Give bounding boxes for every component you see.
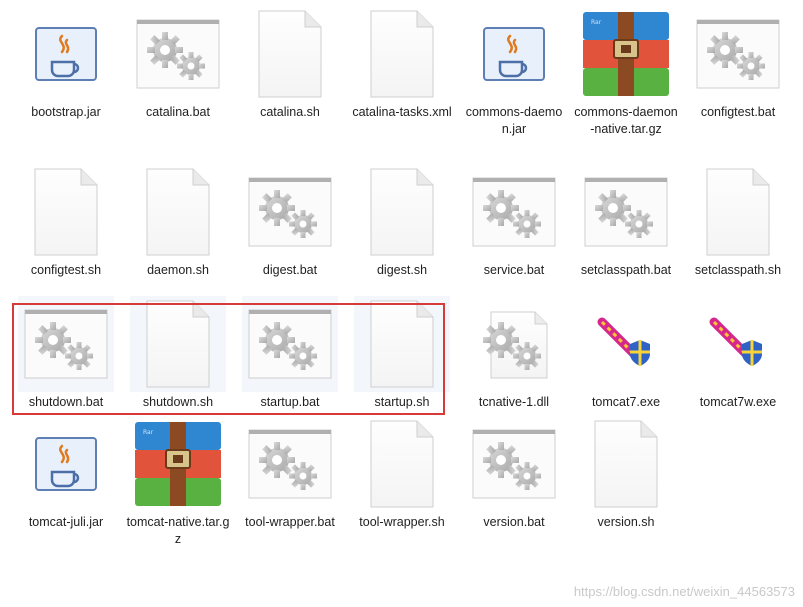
file-item[interactable]: tool-wrapper.sh — [346, 416, 458, 531]
sh-icon — [354, 6, 450, 102]
file-name: tomcat-juli.jar — [28, 515, 104, 529]
file-item[interactable]: tomcat7w.exe — [682, 296, 794, 411]
file-name: tool-wrapper.bat — [245, 515, 335, 529]
sh-icon — [18, 164, 114, 260]
sh-icon — [354, 416, 450, 512]
sh-icon — [690, 164, 786, 260]
file-item[interactable]: service.bat — [458, 164, 570, 279]
bat-icon — [242, 416, 338, 512]
file-item[interactable]: setclasspath.sh — [682, 164, 794, 279]
file-name: commons-daemon.jar — [465, 105, 563, 136]
file-name: setclasspath.bat — [580, 263, 672, 277]
file-item[interactable]: daemon.sh — [122, 164, 234, 279]
file-name: digest.sh — [376, 263, 428, 277]
file-item[interactable]: digest.bat — [234, 164, 346, 279]
file-name: bootstrap.jar — [31, 105, 101, 119]
file-item[interactable]: commons-daemon.jar — [458, 6, 570, 138]
file-item[interactable]: catalina.bat — [122, 6, 234, 121]
file-name: tomcat7w.exe — [699, 395, 777, 409]
svg-text:Rar: Rar — [143, 429, 154, 436]
sh-icon — [578, 416, 674, 512]
file-name: tomcat-native.tar.gz — [126, 515, 230, 546]
file-item[interactable]: Rar tomcat-native.tar.gz — [122, 416, 234, 548]
watermark-text: https://blog.csdn.net/weixin_44563573 — [573, 584, 795, 599]
file-name: tool-wrapper.sh — [359, 515, 445, 529]
file-name: catalina-tasks.xml — [352, 105, 452, 119]
file-item[interactable]: setclasspath.bat — [570, 164, 682, 279]
file-item[interactable]: Rar commons-daemon-native.tar.gz — [570, 6, 682, 138]
file-item[interactable]: digest.sh — [346, 164, 458, 279]
file-name: version.sh — [597, 515, 655, 529]
file-item[interactable]: tomcat-juli.jar — [10, 416, 122, 531]
file-item[interactable]: configtest.bat — [682, 6, 794, 121]
bat-icon — [578, 164, 674, 260]
file-item[interactable]: version.bat — [458, 416, 570, 531]
java-icon — [18, 6, 114, 102]
file-name: setclasspath.sh — [694, 263, 782, 277]
file-item[interactable]: catalina.sh — [234, 6, 346, 121]
bat-icon — [466, 416, 562, 512]
file-name: configtest.bat — [700, 105, 776, 119]
file-item[interactable]: configtest.sh — [10, 164, 122, 279]
sh-icon — [130, 164, 226, 260]
svg-text:Rar: Rar — [591, 19, 602, 26]
archive-icon: Rar — [130, 416, 226, 512]
file-name: catalina.bat — [146, 105, 210, 119]
file-name: service.bat — [483, 263, 545, 277]
sh-icon — [354, 164, 450, 260]
file-name: version.bat — [483, 515, 545, 529]
file-item[interactable]: bootstrap.jar — [10, 6, 122, 121]
file-item[interactable]: tcnative-1.dll — [458, 296, 570, 411]
tomcat-icon — [690, 296, 786, 392]
tomcat-icon — [578, 296, 674, 392]
file-name: daemon.sh — [147, 263, 209, 277]
java-icon — [466, 6, 562, 102]
file-name: catalina.sh — [260, 105, 320, 119]
file-name: tcnative-1.dll — [478, 395, 550, 409]
bat-icon — [130, 6, 226, 102]
bat-icon — [242, 164, 338, 260]
archive-icon: Rar — [578, 6, 674, 102]
file-name: commons-daemon-native.tar.gz — [574, 105, 678, 136]
selection-highlight — [12, 303, 445, 415]
sh-icon — [242, 6, 338, 102]
bat-icon — [690, 6, 786, 102]
file-item[interactable]: version.sh — [570, 416, 682, 531]
file-name: tomcat7.exe — [591, 395, 661, 409]
dll-icon — [466, 296, 562, 392]
java-icon — [18, 416, 114, 512]
file-name: digest.bat — [262, 263, 318, 277]
file-item[interactable]: catalina-tasks.xml — [346, 6, 458, 121]
bat-icon — [466, 164, 562, 260]
file-name: configtest.sh — [30, 263, 102, 277]
file-item[interactable]: tool-wrapper.bat — [234, 416, 346, 531]
file-item[interactable]: tomcat7.exe — [570, 296, 682, 411]
